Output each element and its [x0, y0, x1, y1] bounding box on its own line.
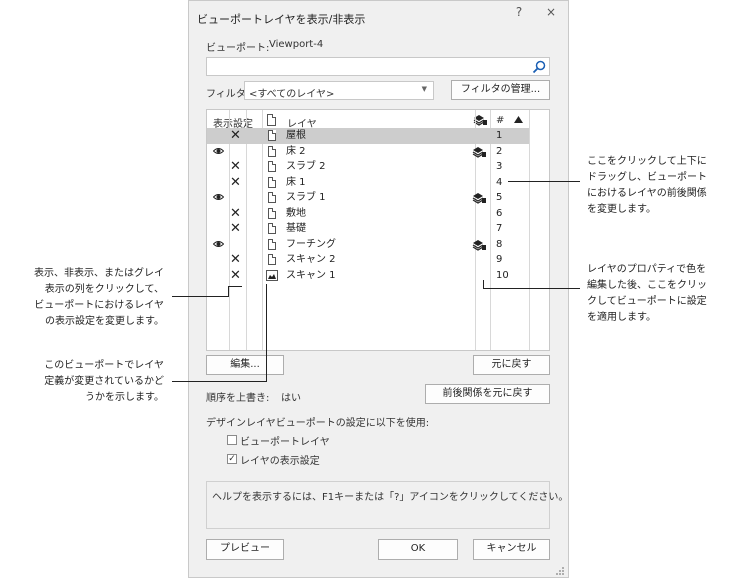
- layer-row[interactable]: ✕ スキャン 1 10: [207, 268, 529, 284]
- layer-number[interactable]: 3: [496, 159, 502, 174]
- override-order-label: 順序を上書き:: [206, 393, 270, 404]
- layer-number[interactable]: 1: [496, 128, 502, 143]
- viewport-value: Viewport-4: [269, 39, 324, 50]
- layer-name: スラブ 1: [286, 192, 326, 203]
- layer-name: スラブ 2: [286, 161, 326, 172]
- layer-row[interactable]: スラブ 1 5: [207, 190, 529, 206]
- annotation-stacking-order: ここをクリックして上下に ドラッグし、ビューポート におけるレイヤの前後関係 を…: [587, 156, 707, 215]
- leader-line-definition-vertical: [266, 284, 267, 382]
- layer-name: 屋根: [286, 130, 306, 141]
- hidden-x-icon[interactable]: ✕: [230, 268, 241, 283]
- eye-icon[interactable]: [213, 147, 224, 155]
- cancel-button[interactable]: キャンセル: [473, 539, 550, 560]
- layer-number[interactable]: 7: [496, 221, 502, 236]
- dialog-title: ビューポートレイヤを表示/非表示: [197, 13, 366, 26]
- layer-number[interactable]: 9: [496, 252, 502, 267]
- layer-visibility-checkbox[interactable]: ✓: [227, 454, 237, 464]
- leader-line-apply: [483, 288, 580, 289]
- viewport-layer-option-label[interactable]: ビューポートレイヤ: [240, 433, 330, 448]
- document-icon: [268, 223, 276, 234]
- help-text-box: ヘルプを表示するには、F1キーまたは「?」アイコンをクリックしてください。: [206, 481, 568, 529]
- annotation-apply-properties: レイヤのプロパティで色を 編集した後、ここをクリッ クしてビューポートに設定 を…: [587, 264, 707, 323]
- document-icon: [268, 176, 276, 188]
- layer-number[interactable]: 8: [496, 237, 502, 252]
- layer-row[interactable]: 床 2 2: [207, 144, 529, 160]
- document-icon: [268, 254, 276, 265]
- layer-visibility-option-label[interactable]: レイヤの表示設定: [240, 452, 320, 467]
- layer-row[interactable]: ✕ 敷地 6: [207, 206, 529, 222]
- leader-line-definition: [172, 381, 267, 382]
- layer-number[interactable]: 6: [496, 206, 502, 221]
- layer-name: 敷地: [286, 207, 306, 219]
- viewport-label: ビューポート:: [206, 43, 270, 54]
- layer-row[interactable]: ✕ 床 1 4: [207, 175, 529, 191]
- leader-line-visibility: [172, 296, 228, 297]
- revert-stacking-order-button[interactable]: 前後関係を元に戻す: [425, 384, 550, 404]
- hidden-x-icon[interactable]: ✕: [230, 252, 241, 267]
- layer-number[interactable]: 2: [496, 144, 502, 159]
- design-layer-viewport-label: デザインレイヤビューポートの設定に以下を使用:: [206, 418, 430, 429]
- layer-number[interactable]: 10: [496, 268, 509, 283]
- leader-line-visibility-bar: [228, 286, 242, 287]
- filter-select[interactable]: <すべてのレイヤ> ▼: [244, 81, 434, 100]
- help-button[interactable]: ?: [511, 5, 527, 19]
- layer-number[interactable]: 4: [496, 175, 502, 190]
- document-icon: [268, 145, 276, 157]
- layer-row[interactable]: フーチング 8: [207, 237, 529, 253]
- layer-name: 床 1: [286, 176, 306, 188]
- eye-icon[interactable]: [213, 240, 224, 248]
- layer-row[interactable]: ✕ 基礎 7: [207, 221, 529, 237]
- filter-select-value: <すべてのレイヤ>: [249, 89, 335, 100]
- layer-row[interactable]: ✕ スキャン 2 9: [207, 252, 529, 268]
- layer-stack-icon[interactable]: [472, 146, 486, 158]
- layer-name: 床 2: [286, 145, 306, 157]
- help-text: ヘルプを表示するには、F1キーまたは「?」アイコンをクリックしてください。: [212, 492, 569, 503]
- document-icon: [268, 238, 276, 250]
- document-icon: [268, 207, 276, 219]
- annotation-visibility-column: 表示、非表示、またはグレイ 表示の列をクリックして、 ビューポートにおけるレイヤ…: [34, 268, 164, 327]
- filter-label: フィルタ:: [206, 89, 250, 100]
- override-order-value: はい: [281, 393, 301, 404]
- sort-arrow-icon[interactable]: [514, 116, 523, 123]
- chevron-down-icon: ▼: [421, 85, 427, 93]
- layer-stack-icon[interactable]: [472, 239, 486, 251]
- manage-filters-button[interactable]: フィルタの管理...: [451, 80, 550, 100]
- edit-button[interactable]: 編集...: [206, 355, 284, 375]
- show-hide-viewport-layers-dialog: ビューポートレイヤを表示/非表示 ? × ビューポート: Viewport-4 …: [188, 0, 569, 578]
- hidden-x-icon[interactable]: ✕: [230, 206, 241, 221]
- leader-line-visibility-tick: [228, 286, 229, 297]
- layer-number[interactable]: 5: [496, 190, 502, 205]
- annotation-layer-definition: このビューポートでレイヤ 定義が変更されているかど うかを示します。: [44, 360, 164, 403]
- point-cloud-icon: [266, 269, 278, 281]
- layer-stack-icon[interactable]: [472, 192, 486, 204]
- resize-grip-icon[interactable]: [555, 566, 565, 576]
- search-input[interactable]: [206, 57, 550, 76]
- document-icon: [268, 130, 276, 141]
- layer-name: 基礎: [286, 223, 306, 234]
- preview-button[interactable]: プレビュー: [206, 539, 284, 560]
- layer-list[interactable]: 表示設定 レイヤ # ✕ 屋根 1 床 2 2 ✕ スラブ 2 3 ✕ 床 1 4 スラブ 1 5 ✕ 敷地…: [206, 109, 550, 351]
- document-icon: [267, 114, 276, 126]
- layer-name: スキャン 2: [286, 254, 336, 265]
- hidden-x-icon[interactable]: ✕: [230, 221, 241, 236]
- viewport-layer-checkbox[interactable]: [227, 435, 237, 445]
- layer-name: フーチング: [286, 238, 336, 250]
- column-header-number[interactable]: #: [496, 115, 504, 126]
- close-button[interactable]: ×: [543, 5, 559, 19]
- hidden-x-icon[interactable]: ✕: [230, 159, 241, 174]
- hidden-x-icon[interactable]: ✕: [230, 128, 241, 143]
- search-icon[interactable]: [532, 60, 546, 74]
- revert-button[interactable]: 元に戻す: [473, 355, 550, 375]
- hidden-x-icon[interactable]: ✕: [230, 175, 241, 190]
- document-icon: [268, 192, 276, 203]
- layer-row[interactable]: ✕ 屋根 1: [207, 128, 529, 144]
- layer-name: スキャン 1: [286, 269, 336, 281]
- leader-line-apply-tick: [483, 280, 484, 289]
- ok-button[interactable]: OK: [378, 539, 458, 560]
- eye-icon[interactable]: [213, 193, 224, 201]
- leader-line-stacking: [508, 181, 580, 182]
- layer-row[interactable]: ✕ スラブ 2 3: [207, 159, 529, 175]
- document-icon: [268, 161, 276, 172]
